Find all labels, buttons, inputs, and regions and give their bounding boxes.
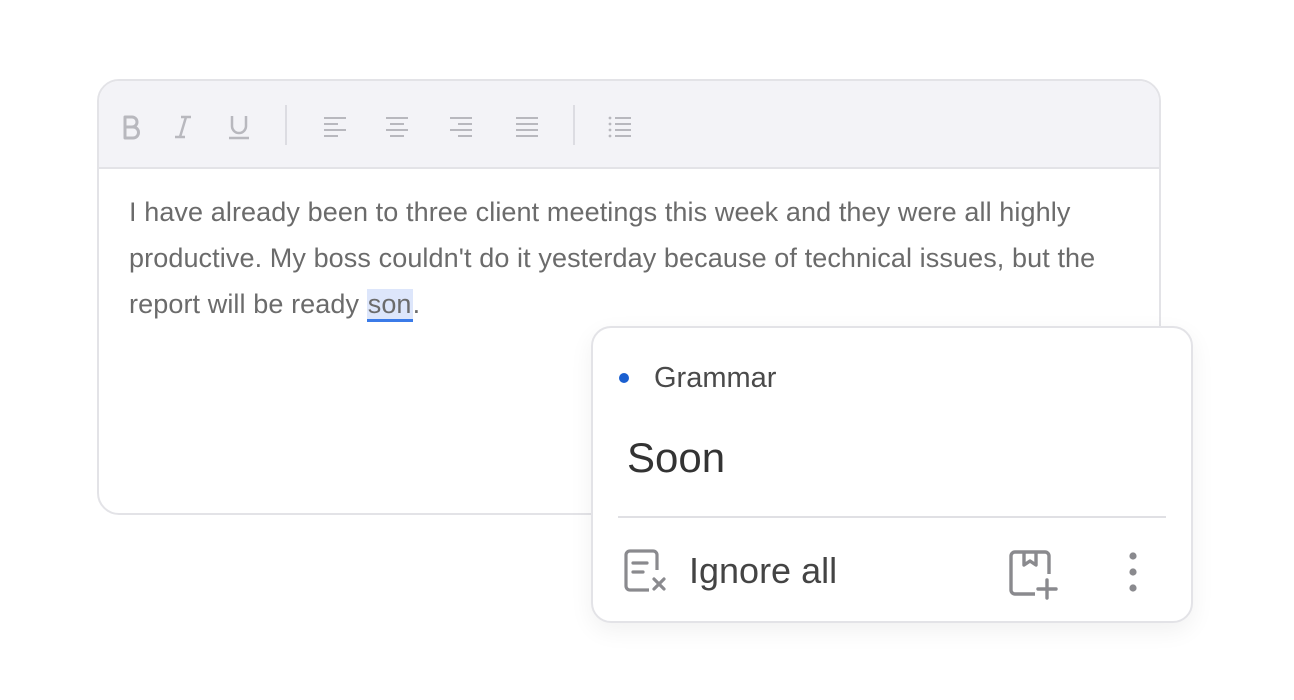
toolbar-separator (573, 105, 575, 145)
flagged-word[interactable]: son (366, 289, 413, 322)
editor-content[interactable]: I have already been to three client meet… (129, 189, 1129, 327)
category-label: Grammar (654, 362, 777, 394)
bulleted-list-button[interactable] (602, 109, 638, 145)
underline-icon (229, 116, 249, 140)
ignore-document-icon (624, 549, 666, 592)
bold-button[interactable] (113, 109, 149, 145)
stage: I have already been to three client meet… (0, 0, 1294, 700)
ignore-all-label: Ignore all (689, 550, 838, 591)
more-vertical-icon (1129, 552, 1137, 592)
align-center-icon (386, 117, 408, 137)
add-to-dictionary-button[interactable] (1007, 548, 1059, 600)
more-options-button[interactable] (1127, 548, 1139, 594)
align-center-button[interactable] (379, 109, 415, 145)
suggestion-option[interactable]: Soon (627, 430, 725, 486)
popup-divider (618, 516, 1166, 518)
ignore-all-button[interactable]: Ignore all (623, 546, 837, 596)
align-right-button[interactable] (443, 109, 479, 145)
add-to-dictionary-icon (1009, 550, 1058, 600)
suggestion-popup: Grammar Soon Ignore all (591, 326, 1193, 623)
bold-icon (123, 115, 140, 140)
category-dot (619, 373, 629, 383)
align-justify-button[interactable] (509, 109, 545, 145)
italic-icon (175, 115, 191, 139)
editor-text-after: . (412, 289, 421, 319)
align-left-icon (324, 117, 346, 137)
toolbar-separator (285, 105, 287, 145)
align-right-icon (450, 117, 472, 137)
underline-button[interactable] (221, 109, 257, 145)
italic-button[interactable] (165, 109, 201, 145)
align-justify-icon (516, 117, 538, 137)
editor-text-before: I have already been to three client meet… (129, 197, 1096, 319)
align-left-button[interactable] (317, 109, 353, 145)
editor-toolbar (99, 81, 1159, 169)
list-icon (608, 116, 631, 138)
